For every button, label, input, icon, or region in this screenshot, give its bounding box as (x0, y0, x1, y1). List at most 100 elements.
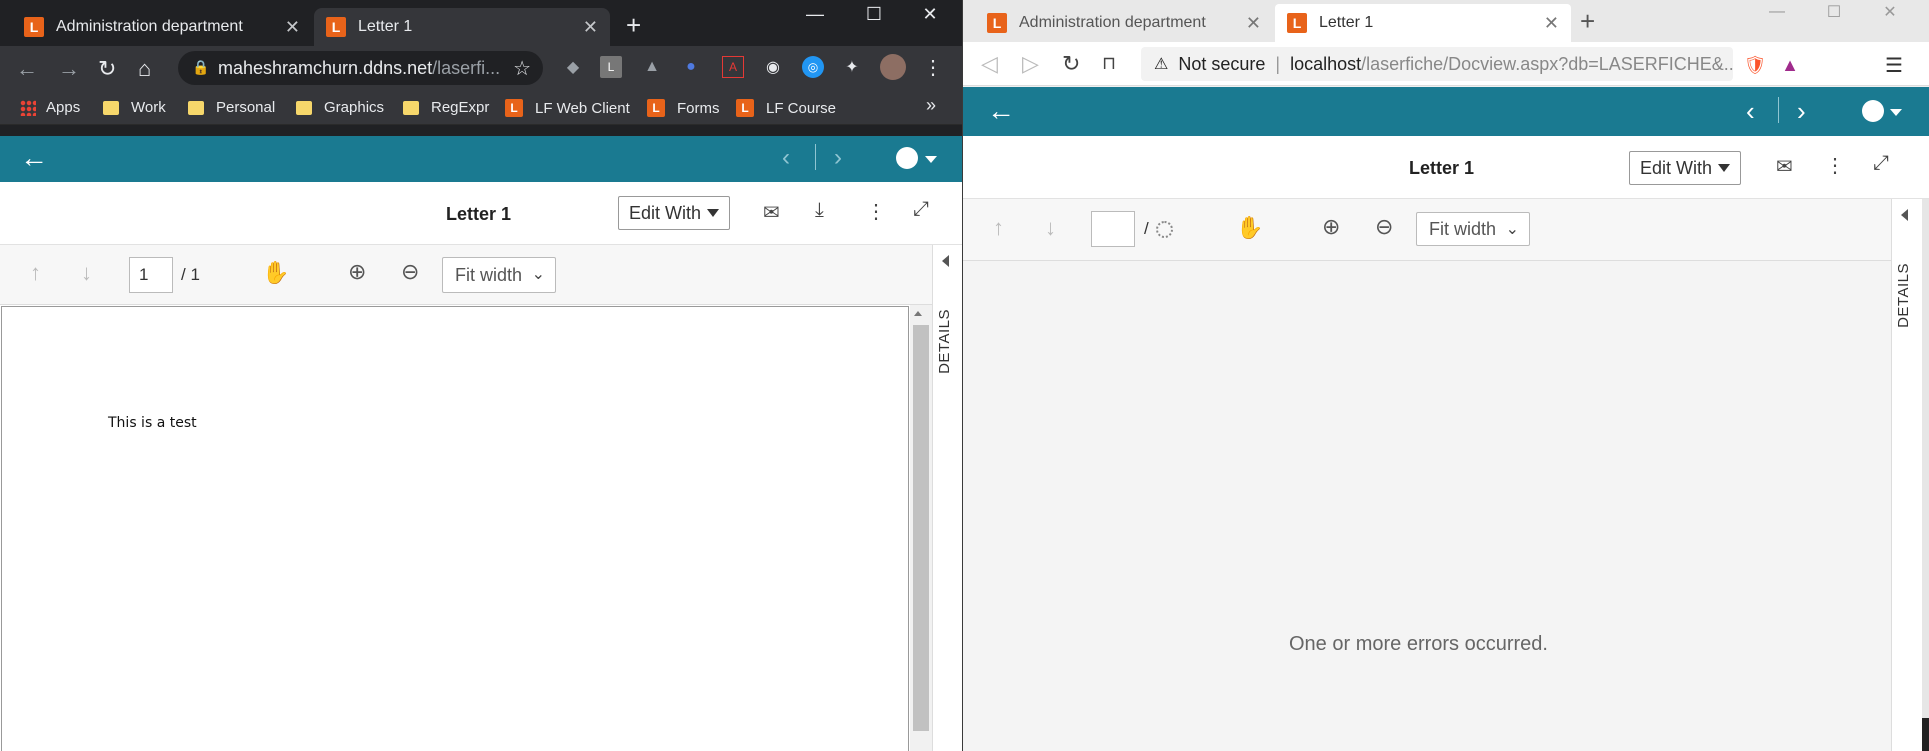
next-document-icon[interactable]: › (1797, 96, 1806, 127)
scroll-up-icon[interactable] (914, 311, 922, 316)
bookmark-forms[interactable]: L Forms (647, 99, 720, 117)
tab-title: Administration department (56, 18, 243, 35)
bookmark-graphics[interactable]: Graphics (296, 99, 384, 116)
pdf-icon[interactable]: A (722, 56, 744, 78)
pan-hand-icon[interactable]: ✋ (1236, 215, 1263, 241)
zoom-select[interactable]: Fit width ⌄ (1416, 212, 1530, 246)
new-tab-button[interactable]: + (1580, 6, 1595, 37)
close-window-button[interactable]: ✕ (1862, 0, 1918, 24)
forward-icon[interactable]: ▷ (1022, 51, 1039, 77)
user-icon[interactable] (1862, 100, 1884, 122)
zoom-select[interactable]: Fit width ⌄ (442, 257, 556, 293)
previous-document-icon[interactable]: ‹ (782, 144, 790, 172)
download-icon[interactable]: ⤓ (815, 199, 824, 222)
user-menu-caret-icon[interactable] (925, 156, 937, 163)
next-page-icon[interactable]: ↓ (1045, 215, 1056, 241)
folder-icon (403, 100, 419, 115)
error-message: One or more errors occurred. (1289, 633, 1548, 655)
edit-with-button[interactable]: Edit With (1629, 151, 1742, 185)
bookmark-work[interactable]: Work (103, 99, 166, 116)
laserfiche-icon: L (505, 99, 523, 117)
address-bar[interactable]: ⚠ Not secure | localhost/laserfiche/Docv… (1141, 47, 1733, 81)
extensions-puzzle-icon[interactable]: ✦ (841, 56, 863, 78)
user-icon[interactable] (896, 147, 918, 169)
details-rail[interactable]: DETAILS (1891, 199, 1922, 751)
brave-shields-icon[interactable]: 🛡 (1744, 54, 1767, 76)
bookmark-regexpr[interactable]: RegExpr (403, 99, 489, 116)
expand-icon[interactable]: ⤢ (1873, 152, 1889, 175)
back-arrow-icon[interactable]: ← (987, 95, 1015, 127)
document-scrollbar[interactable] (910, 305, 932, 751)
forward-icon[interactable]: → (58, 56, 80, 82)
scrollbar-thumb[interactable] (913, 325, 929, 731)
page-number-input[interactable] (1091, 211, 1135, 247)
pan-hand-icon[interactable]: ✋ (262, 260, 289, 286)
laserfiche-icon: L (647, 99, 665, 117)
more-options-icon[interactable]: ⋮ (866, 199, 886, 224)
dropbox-icon[interactable]: ◆ (562, 56, 584, 78)
chrome-menu-icon[interactable]: ⋮ (922, 56, 944, 79)
more-options-icon[interactable]: ⋮ (1825, 153, 1845, 178)
details-rail[interactable]: DETAILS (932, 245, 962, 751)
bookmark-personal[interactable]: Personal (188, 99, 275, 116)
reload-icon[interactable]: ↻ (1062, 51, 1080, 77)
previous-document-icon[interactable]: ‹ (1746, 96, 1755, 127)
maximize-button[interactable]: ☐ (846, 0, 902, 28)
zoom-out-icon[interactable]: ⊖ (401, 259, 419, 285)
bookmark-lf-course[interactable]: L LF Course (736, 99, 836, 117)
record-icon[interactable]: ◉ (762, 56, 784, 78)
url-host: localhost (1290, 53, 1362, 74)
security-label: Not secure (1178, 53, 1266, 74)
chat-bubble-icon[interactable]: ● (680, 56, 702, 78)
drive-icon[interactable]: ▲ (641, 56, 663, 78)
previous-page-icon[interactable]: ↑ (993, 215, 1004, 241)
zoom-in-icon[interactable]: ⊕ (348, 259, 366, 285)
tab-administration-department[interactable]: L Administration department ✕ (975, 4, 1273, 42)
warning-icon: ⚠ (1154, 56, 1169, 73)
bookmark-apps[interactable]: Apps (20, 99, 80, 116)
close-tab-icon[interactable]: ✕ (285, 17, 300, 38)
user-menu-caret-icon[interactable] (1890, 109, 1902, 116)
home-icon[interactable]: ⌂ (138, 56, 151, 82)
apps-grid-icon (20, 99, 36, 116)
email-icon[interactable]: ✉ (1776, 154, 1793, 179)
hamburger-menu-icon[interactable]: ☰ (1883, 54, 1905, 77)
close-tab-icon[interactable]: ✕ (583, 17, 598, 38)
brave-rewards-icon[interactable]: ▲ (1779, 54, 1801, 76)
reload-icon[interactable]: ↻ (98, 56, 116, 82)
nav-divider (1778, 97, 1779, 123)
back-arrow-icon[interactable]: ← (20, 142, 48, 174)
folder-icon (188, 100, 204, 115)
laserfiche-icon: L (24, 17, 44, 37)
bookmark-icon[interactable]: ⊓ (1102, 53, 1116, 74)
next-page-icon[interactable]: ↓ (81, 260, 92, 286)
page-number-input[interactable]: 1 (129, 257, 173, 293)
zoom-in-icon[interactable]: ⊕ (1322, 214, 1340, 240)
edit-with-button[interactable]: Edit With (618, 196, 731, 230)
back-icon[interactable]: ◁ (981, 51, 998, 77)
next-document-icon[interactable]: › (834, 144, 842, 172)
expand-icon[interactable]: ⤢ (913, 198, 929, 221)
email-icon[interactable]: ✉ (763, 200, 780, 225)
bookmarks-overflow-icon[interactable]: » (926, 95, 936, 116)
url-host: maheshramchurn.ddns.net (218, 57, 433, 78)
maximize-button[interactable]: ☐ (1806, 0, 1862, 24)
tab-letter-1[interactable]: L Letter 1 ✕ (314, 8, 610, 46)
profile-avatar[interactable] (880, 54, 906, 80)
eye-extension-icon[interactable]: ◎ (802, 56, 824, 78)
back-icon[interactable]: ← (16, 56, 38, 82)
bookmark-star-icon[interactable]: ☆ (513, 56, 531, 81)
address-bar[interactable]: 🔒 maheshramchurn.ddns.net/laserfi... ☆ (178, 51, 543, 85)
previous-page-icon[interactable]: ↑ (30, 260, 41, 286)
close-tab-icon[interactable]: ✕ (1246, 13, 1261, 34)
close-tab-icon[interactable]: ✕ (1544, 13, 1559, 34)
minimize-button[interactable]: — (787, 0, 843, 28)
tab-administration-department[interactable]: L Administration department ✕ (12, 8, 312, 46)
new-tab-button[interactable]: + (626, 10, 641, 41)
tab-letter-1[interactable]: L Letter 1 ✕ (1275, 4, 1571, 42)
close-window-button[interactable]: ✕ (902, 0, 958, 28)
bookmark-lf-web-client[interactable]: L LF Web Client (505, 99, 630, 117)
minimize-button[interactable]: — (1749, 0, 1805, 24)
zoom-out-icon[interactable]: ⊖ (1375, 214, 1393, 240)
laserfiche-extension-icon[interactable]: L (600, 56, 622, 78)
